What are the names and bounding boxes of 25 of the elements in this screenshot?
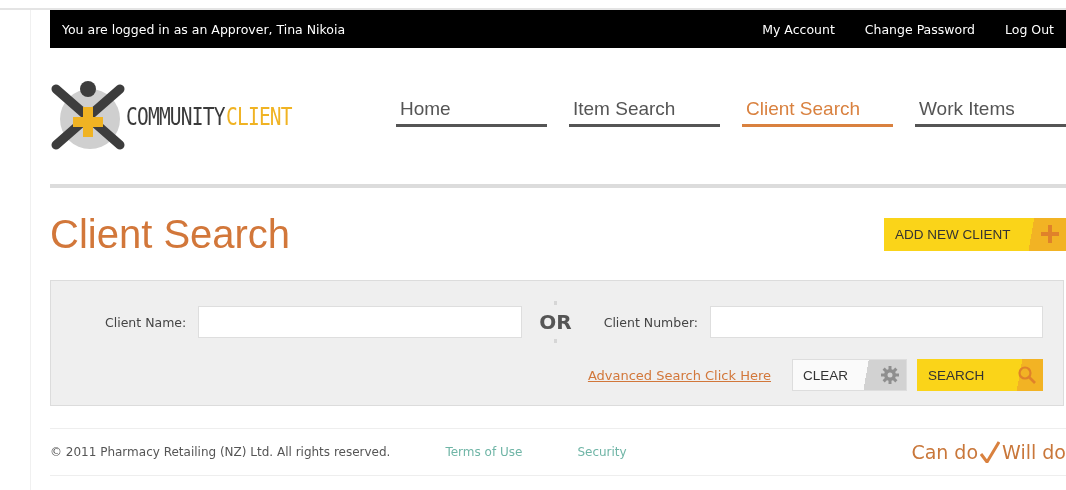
slogan-text: Can do — [911, 441, 979, 463]
login-status-text: You are logged in as an Approver, Tina Nikoia — [62, 21, 347, 37]
nav-tab[interactable]: Home — [396, 98, 547, 127]
add-new-client-button[interactable]: ADD NEW CLIENT — [884, 217, 1066, 251]
account-link[interactable]: Change Password — [864, 21, 976, 37]
search-icon — [1018, 366, 1036, 384]
nav-tab[interactable]: Item Search — [569, 98, 720, 127]
field-label: Client Number: — [603, 314, 699, 330]
or-divider-text: OR — [539, 301, 572, 343]
nav-tab[interactable]: Work Items — [915, 98, 1066, 127]
page-title: Client Search — [50, 211, 291, 257]
check-icon — [980, 441, 1001, 463]
search-button[interactable]: SEARCH — [917, 359, 1043, 391]
plus-icon — [1041, 225, 1059, 243]
field-label: Client Name: — [105, 314, 187, 330]
client-number-field[interactable] — [710, 306, 1043, 338]
gear-icon — [881, 366, 899, 384]
clear-button[interactable]: CLEAR — [792, 359, 907, 391]
client-name-field[interactable] — [198, 306, 523, 338]
account-link[interactable]: Log Out — [1005, 21, 1054, 37]
account-link[interactable]: My Account — [762, 21, 835, 37]
logo-text: COMMUNITY — [126, 101, 225, 131]
slogan-text: Will do — [1002, 441, 1066, 463]
logo-text: CLIENT — [226, 101, 293, 131]
copyright-text: © 2011 Pharmacy Retailing (NZ) Ltd. All rights reserved. — [50, 445, 391, 459]
